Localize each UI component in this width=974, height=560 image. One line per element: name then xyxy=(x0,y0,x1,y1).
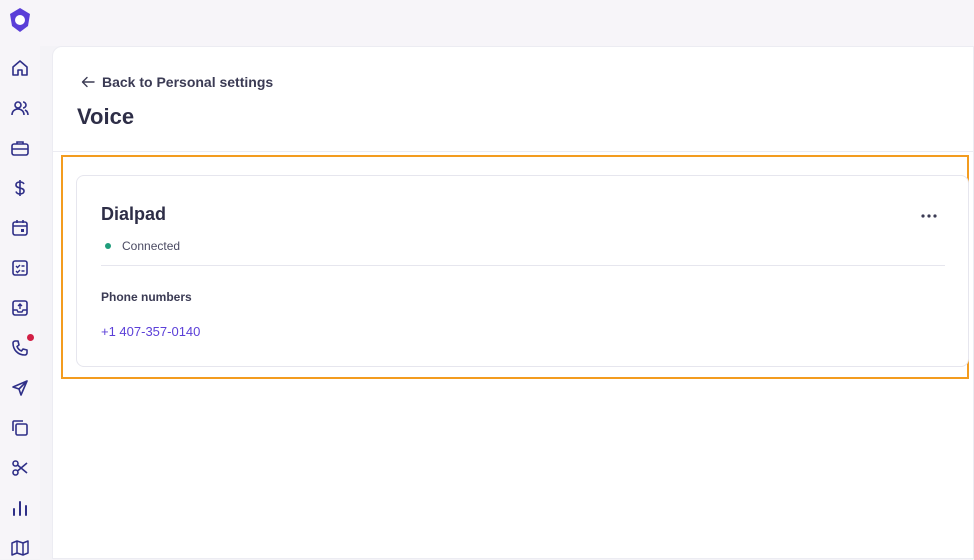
scissors-icon[interactable] xyxy=(8,456,32,480)
status-label: Connected xyxy=(122,239,181,253)
back-to-personal-settings-link[interactable]: Back to Personal settings xyxy=(80,74,273,90)
dollar-icon[interactable] xyxy=(8,176,32,200)
logo-icon[interactable] xyxy=(6,6,34,34)
send-icon[interactable] xyxy=(8,376,32,400)
status-dot xyxy=(105,243,111,249)
more-options-button[interactable] xyxy=(918,208,940,224)
back-link-label: Back to Personal settings xyxy=(102,74,274,90)
calendar-icon[interactable] xyxy=(8,216,32,240)
connection-status: Connected xyxy=(105,239,180,253)
tasks-icon[interactable] xyxy=(8,256,32,280)
phone-icon[interactable] xyxy=(8,334,34,360)
page-title: Voice xyxy=(77,104,135,129)
phone-numbers-label: Phone numbers xyxy=(101,290,192,304)
bar-chart-icon[interactable] xyxy=(8,496,32,520)
map-icon[interactable] xyxy=(8,536,32,560)
ellipsis-icon xyxy=(921,214,937,218)
top-bar xyxy=(0,0,974,46)
sidebar xyxy=(0,0,40,559)
integration-card: Dialpad Connected Phone numbers +1 407-3… xyxy=(76,175,969,367)
people-icon[interactable] xyxy=(8,96,32,120)
home-icon[interactable] xyxy=(8,56,32,80)
settings-panel: Back to Personal settings Voice Dialpad … xyxy=(52,46,974,559)
integration-name: Dialpad xyxy=(101,204,167,224)
card-divider xyxy=(101,265,945,266)
notification-badge xyxy=(27,334,34,341)
inbox-upload-icon[interactable] xyxy=(8,296,32,320)
arrow-left-icon xyxy=(81,76,95,88)
phone-number-link[interactable]: +1 407-357-0140 xyxy=(101,324,200,339)
copy-icon[interactable] xyxy=(8,416,32,440)
header-divider xyxy=(53,151,974,152)
briefcase-icon[interactable] xyxy=(8,136,32,160)
